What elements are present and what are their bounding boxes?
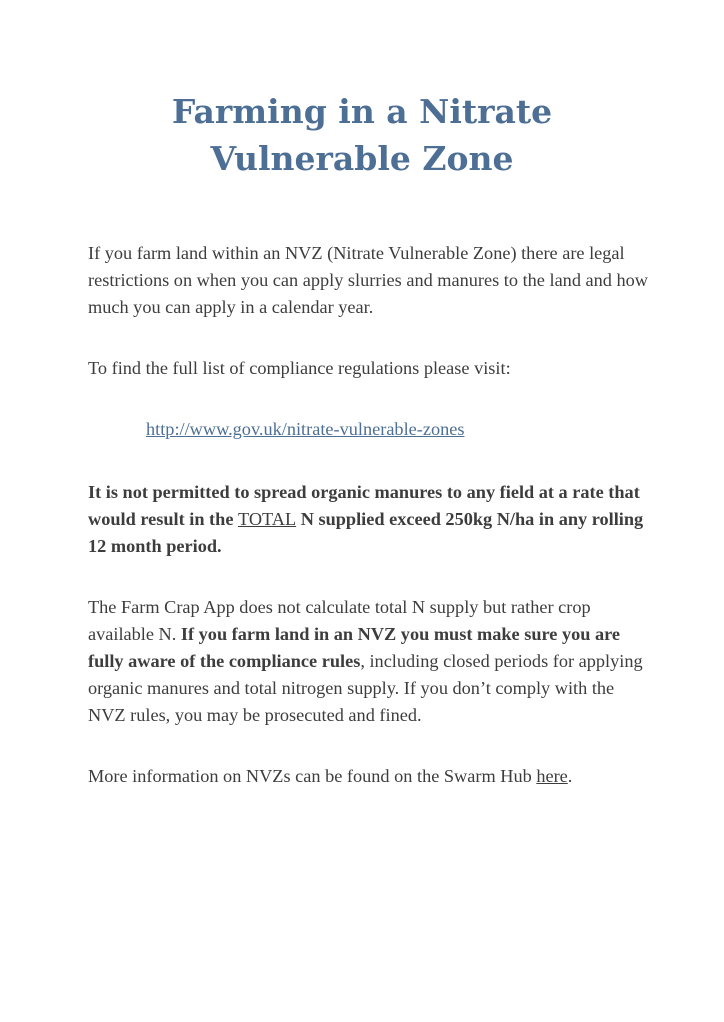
document-body: If you farm land within an NVZ (Nitrate … xyxy=(88,240,648,824)
compliance-paragraph: The Farm Crap App does not calculate tot… xyxy=(88,594,648,729)
visit-paragraph: To find the full list of compliance regu… xyxy=(88,358,511,378)
page-title-line-1: Farming in a Nitrate xyxy=(171,92,553,131)
more-info-paragraph: More information on NVZs can be found on… xyxy=(88,763,648,790)
page-title-line-2: Vulnerable Zone xyxy=(210,139,514,178)
page-title: Farming in a Nitrate Vulnerable Zone xyxy=(0,88,724,182)
more-info-end: . xyxy=(567,766,573,786)
warning-paragraph: It is not permitted to spread organic ma… xyxy=(88,479,648,560)
total-emphasis: TOTAL xyxy=(238,509,297,529)
more-info-text: More information on NVZs can be found on… xyxy=(88,766,537,786)
swarm-hub-link[interactable]: here xyxy=(536,766,567,786)
intro-paragraph: If you farm land within an NVZ (Nitrate … xyxy=(88,243,648,317)
regulations-link-paragraph: http://www.gov.uk/nitrate-vulnerable-zon… xyxy=(88,416,648,443)
regulations-link[interactable]: http://www.gov.uk/nitrate-vulnerable-zon… xyxy=(146,419,464,439)
